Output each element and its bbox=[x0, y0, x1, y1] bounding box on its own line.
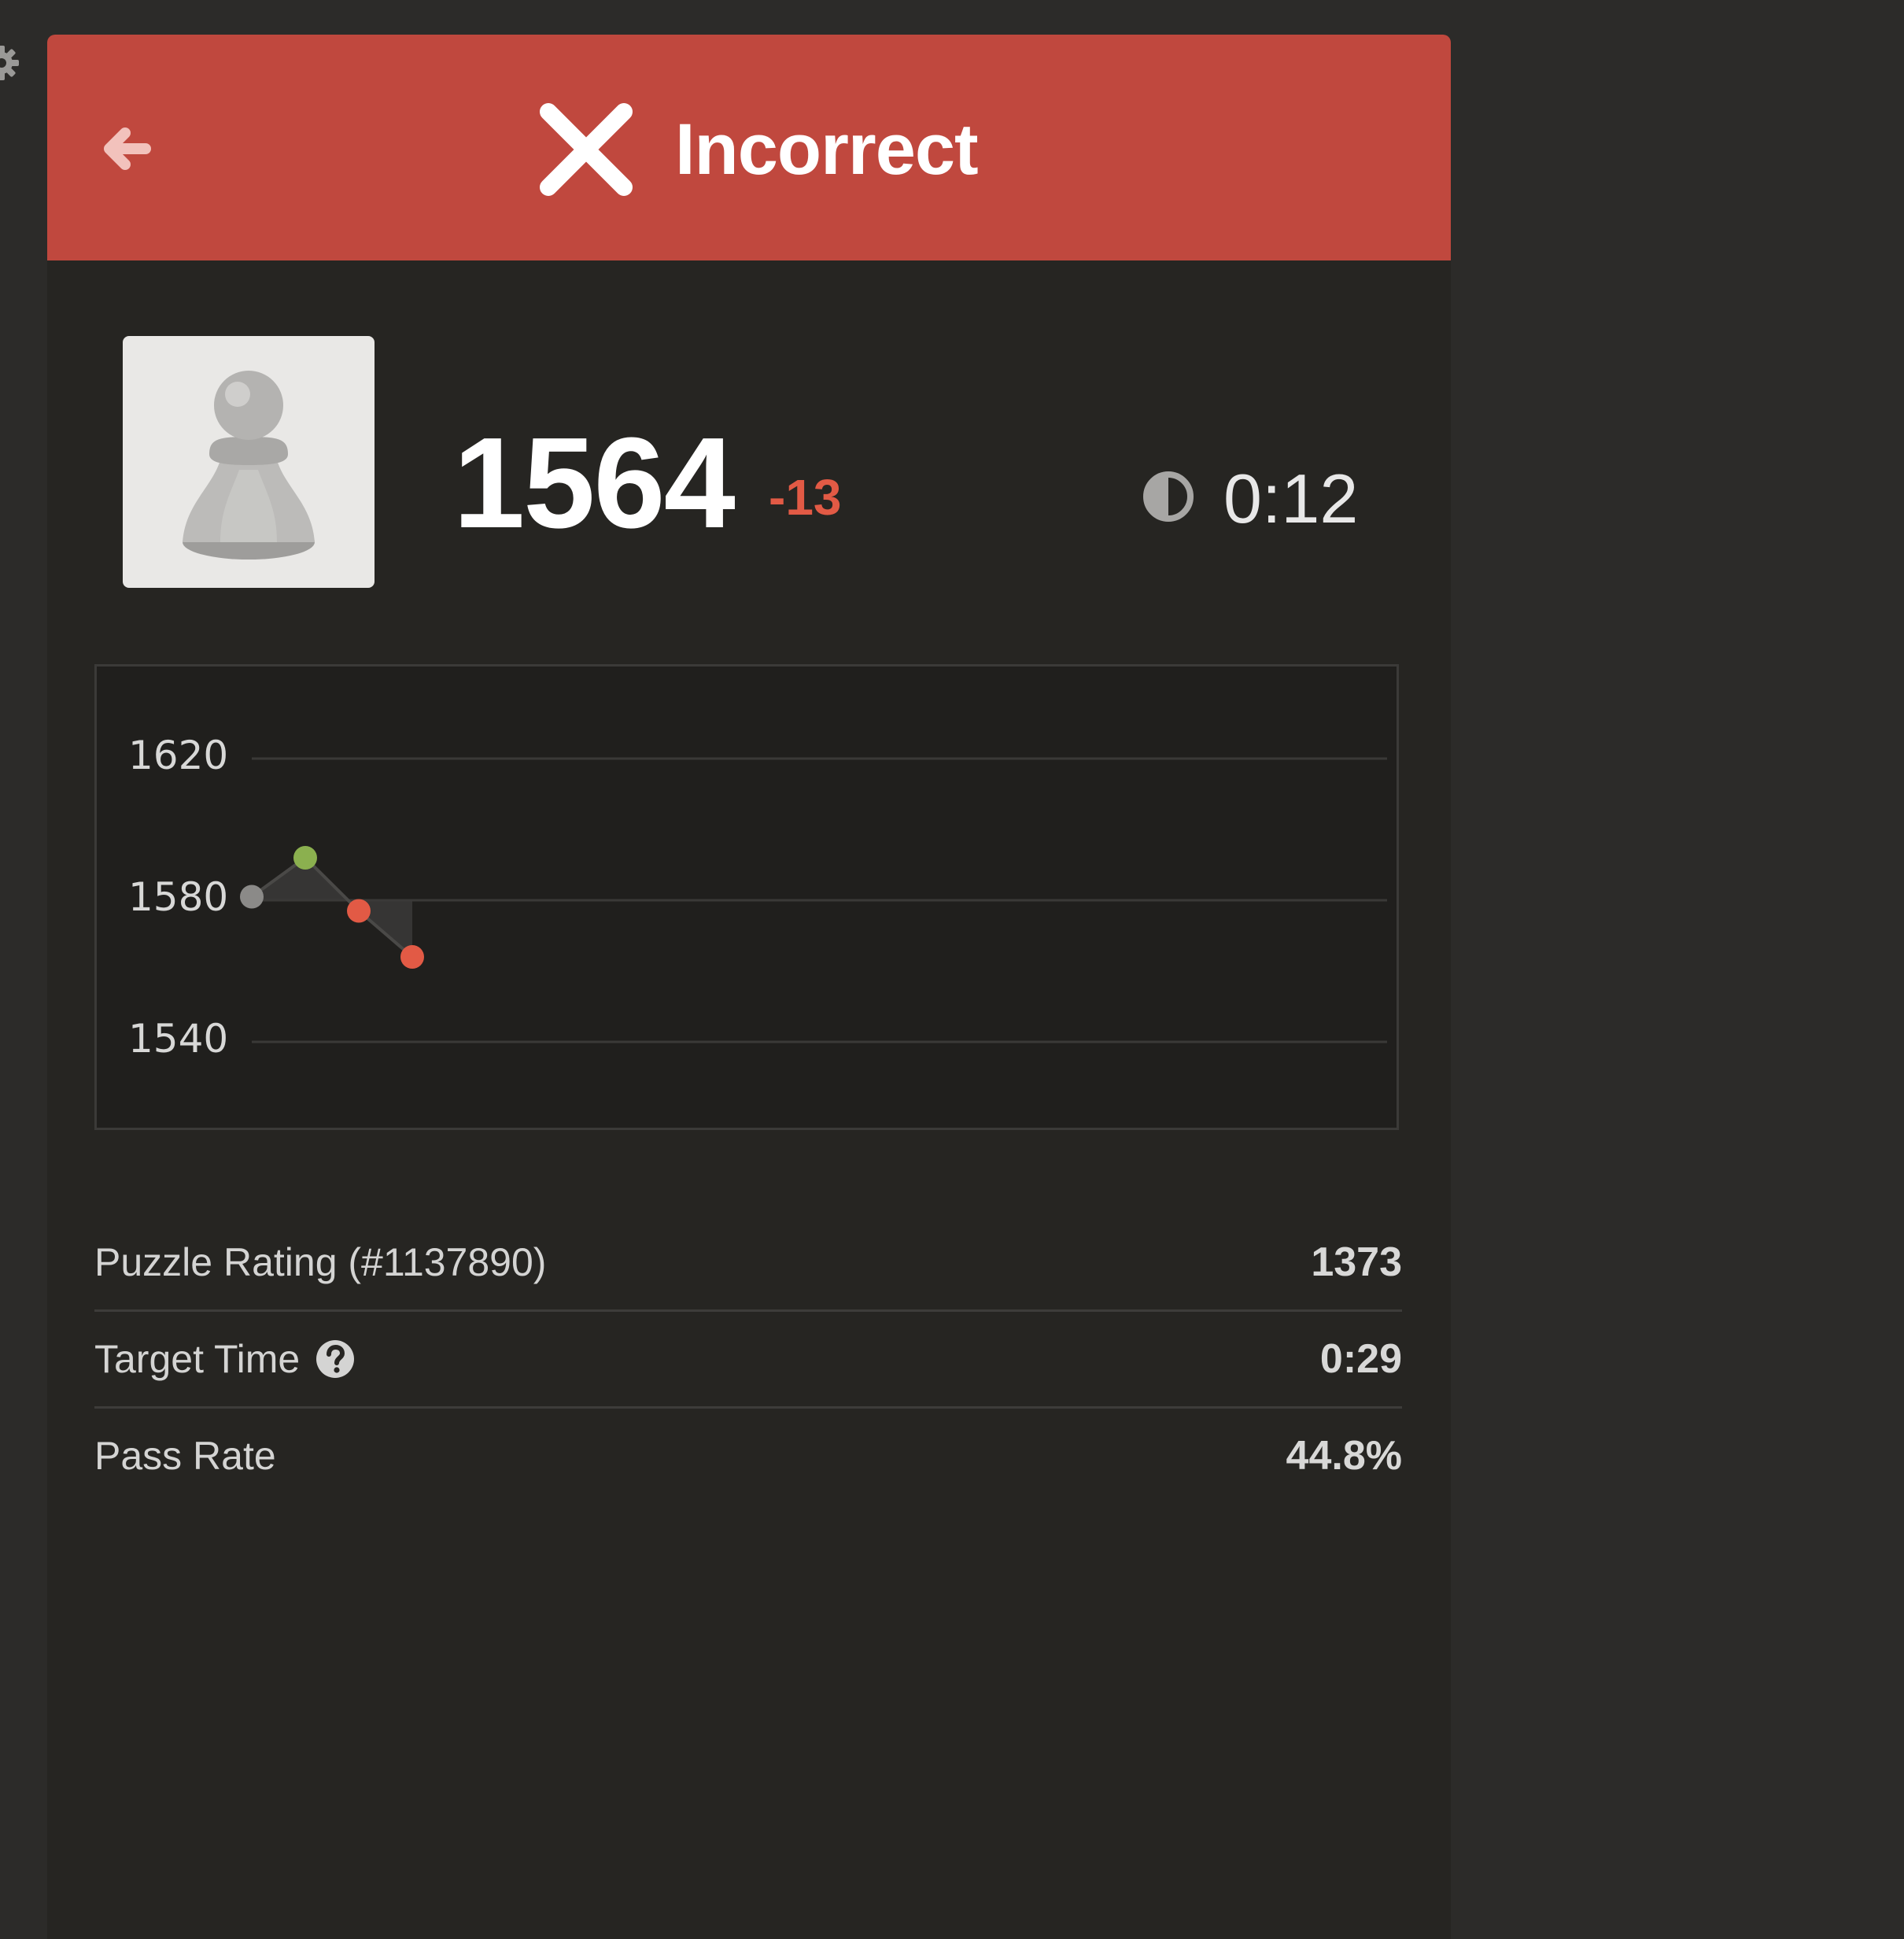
result-header: Incorrect bbox=[47, 35, 1451, 260]
stat-label: Target Time bbox=[94, 1337, 301, 1381]
stat-label-wrapper: Target Time bbox=[94, 1334, 355, 1384]
user-rating: 1564 bbox=[453, 411, 736, 555]
rating-point bbox=[400, 945, 424, 969]
elapsed-time: 0:12 bbox=[1223, 460, 1359, 537]
clock-icon bbox=[1143, 471, 1194, 522]
stat-row-puzzle-rating: Puzzle Rating (#1137890) 1373 bbox=[94, 1215, 1402, 1312]
stat-value: 1373 bbox=[1311, 1239, 1402, 1285]
status-title: Incorrect bbox=[675, 109, 979, 190]
help-icon[interactable] bbox=[315, 1339, 355, 1379]
rating-change: -13 bbox=[769, 469, 842, 526]
puzzle-stats: Puzzle Rating (#1137890) 1373 Target Tim… bbox=[94, 1215, 1402, 1503]
gear-icon[interactable] bbox=[0, 44, 20, 82]
x-mark-icon bbox=[540, 103, 633, 196]
y-tick-label: 1540 bbox=[128, 1016, 228, 1062]
piece-avatar bbox=[123, 336, 375, 588]
stat-label: Pass Rate bbox=[94, 1434, 276, 1478]
rating-point bbox=[347, 899, 371, 923]
rating-point bbox=[240, 885, 264, 909]
y-tick-label: 1580 bbox=[128, 874, 228, 920]
pawn-icon bbox=[183, 371, 315, 560]
stat-row-target-time: Target Time 0:29 bbox=[94, 1312, 1402, 1409]
arrow-left-icon[interactable] bbox=[90, 113, 161, 184]
stat-value: 44.8% bbox=[1286, 1433, 1402, 1479]
puzzle-result-panel: Incorrect 1564 -13 0:12 1620 1580 1540 P… bbox=[47, 35, 1451, 1939]
stat-row-pass-rate: Pass Rate 44.8% bbox=[94, 1409, 1402, 1503]
stat-value: 0:29 bbox=[1319, 1336, 1402, 1382]
rating-change-area bbox=[252, 858, 412, 957]
rating-point bbox=[293, 846, 317, 870]
rating-history-chart: 1620 1580 1540 bbox=[94, 664, 1399, 1130]
stat-label: Puzzle Rating (#1137890) bbox=[94, 1240, 547, 1284]
y-tick-label: 1620 bbox=[128, 733, 228, 778]
